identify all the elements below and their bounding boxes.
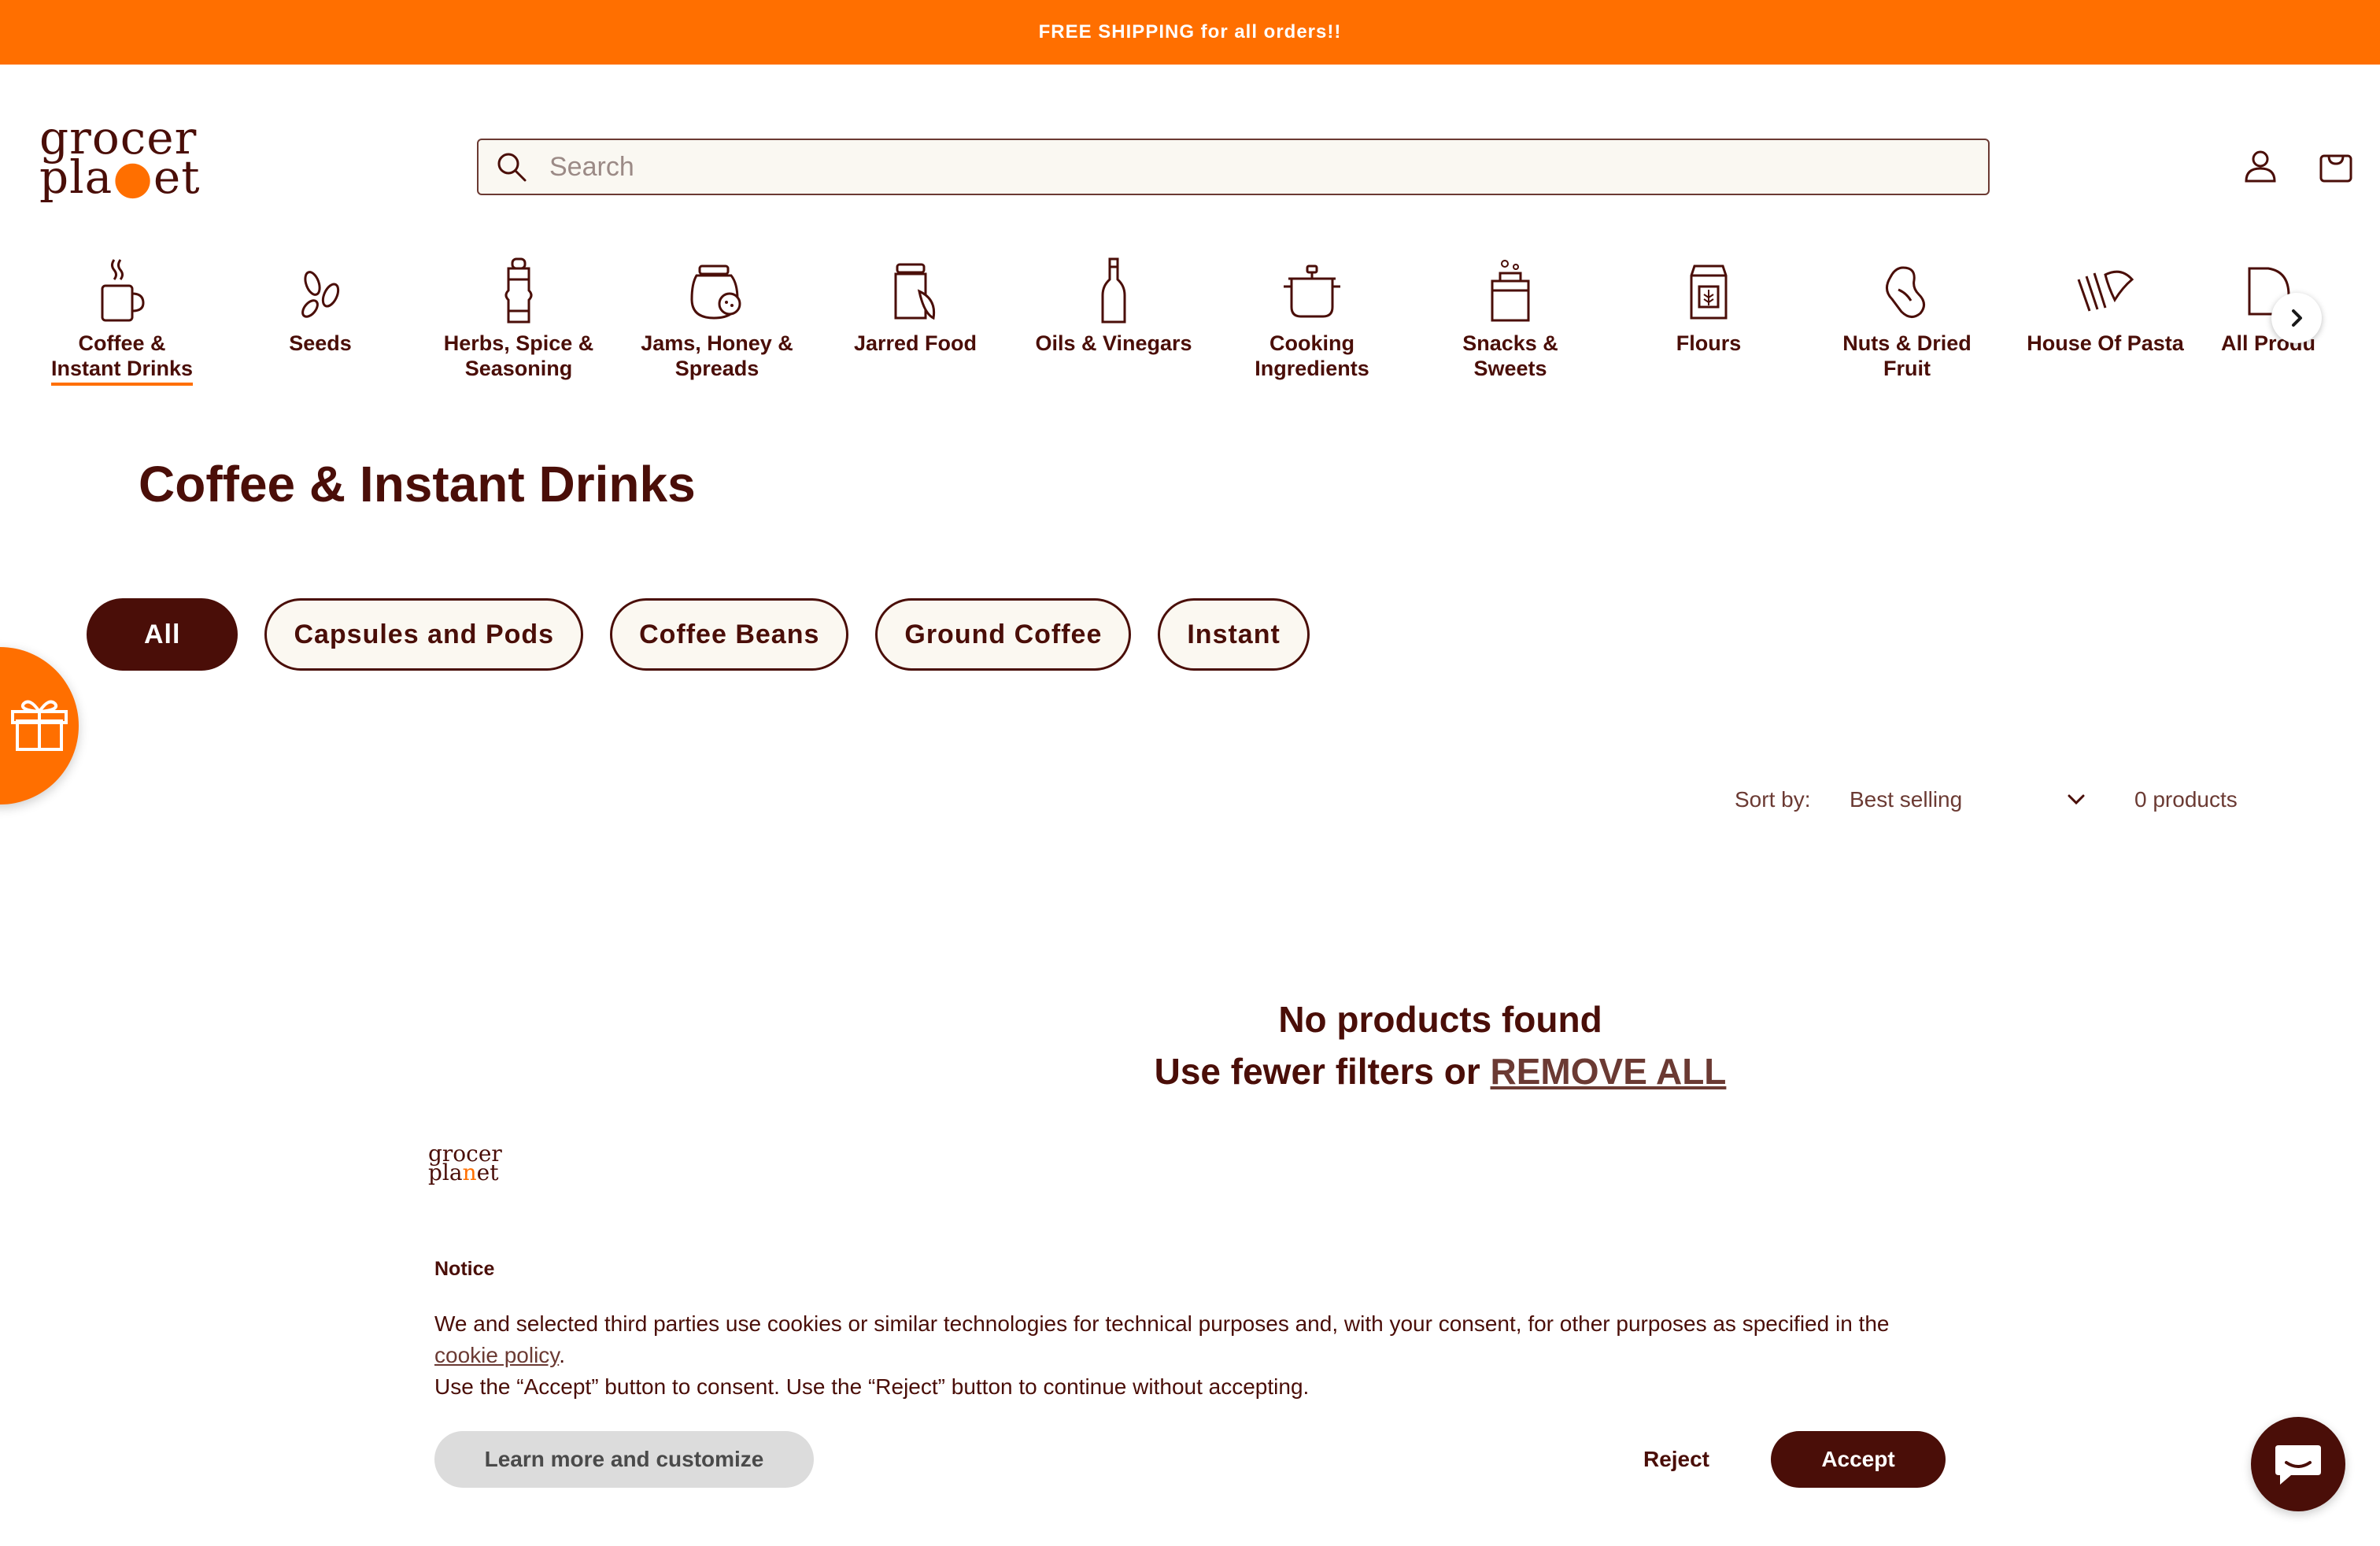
- pot-icon: [1214, 252, 1410, 331]
- announcement-bar: FREE SHIPPING for all orders!!: [0, 0, 2380, 65]
- empty-state: No products found Use fewer filters or R…: [1078, 993, 1802, 1097]
- chat-launcher[interactable]: [2251, 1417, 2345, 1511]
- remove-all-link[interactable]: REMOVE ALL: [1491, 1051, 1727, 1092]
- jam-jar-icon: [619, 252, 815, 331]
- category-oils-vinegars[interactable]: Oils & Vinegars: [1015, 252, 1212, 356]
- filter-all[interactable]: All: [87, 598, 238, 671]
- category-label: Snacks & Sweets: [1462, 331, 1558, 380]
- category-label: House Of Pasta: [2027, 331, 2184, 355]
- product-count: 0 products: [2134, 787, 2238, 812]
- gift-icon: [11, 700, 68, 751]
- chevron-down-icon: [2068, 794, 2085, 805]
- category-snacks-sweets[interactable]: Snacks & Sweets: [1412, 252, 1609, 381]
- filter-coffee-beans[interactable]: Coffee Beans: [610, 598, 849, 671]
- reject-button[interactable]: Reject: [1621, 1431, 1731, 1488]
- rewards-launcher[interactable]: [0, 647, 79, 804]
- accept-button[interactable]: Accept: [1771, 1431, 1946, 1488]
- empty-title: No products found: [1278, 999, 1602, 1040]
- site-logo[interactable]: grocer pla●et: [39, 115, 228, 200]
- notice-title: Notice: [434, 1258, 495, 1280]
- learn-more-button[interactable]: Learn more and customize: [434, 1431, 814, 1488]
- empty-hint: Use fewer filters or REMOVE ALL: [1154, 1051, 1727, 1092]
- category-next-button[interactable]: [2271, 293, 2322, 343]
- category-label: Oils & Vinegars: [1035, 331, 1192, 355]
- cookie-logo: grocer planet: [428, 1141, 502, 1185]
- category-label: Seeds: [289, 331, 352, 355]
- logo-line-2: pla●et: [39, 154, 228, 200]
- sort-select[interactable]: Best selling: [1850, 787, 2086, 812]
- filter-pills: All Capsules and Pods Coffee Beans Groun…: [87, 598, 1310, 671]
- filter-instant[interactable]: Instant: [1158, 598, 1310, 671]
- seeds-icon: [222, 252, 419, 331]
- category-label: Herbs, Spice & Seasoning: [443, 331, 594, 380]
- category-flours[interactable]: Flours: [1610, 252, 1807, 356]
- category-coffee-instant-drinks[interactable]: Coffee & Instant Drinks: [24, 252, 220, 386]
- announcement-text: FREE SHIPPING for all orders!!: [1038, 21, 1342, 43]
- candy-jar-icon: [1412, 252, 1609, 331]
- cart-button[interactable]: [2311, 140, 2361, 190]
- flour-bag-icon: [1610, 252, 1807, 331]
- search-input[interactable]: [534, 140, 1988, 194]
- category-label: Coffee & Instant Drinks: [50, 331, 194, 386]
- cookie-policy-link[interactable]: cookie policy: [434, 1343, 559, 1367]
- coffee-cup-icon: [24, 252, 220, 331]
- category-seeds[interactable]: Seeds: [222, 252, 419, 356]
- category-jarred-food[interactable]: Jarred Food: [817, 252, 1014, 356]
- category-jams-honey-spreads[interactable]: Jams, Honey & Spreads: [619, 252, 815, 381]
- search-bar[interactable]: [477, 139, 1990, 195]
- category-nuts-dried-fruit[interactable]: Nuts & Dried Fruit: [1809, 252, 2005, 381]
- sort-value: Best selling: [1850, 787, 1963, 812]
- category-nav: Coffee & Instant Drinks Seeds Herbs, Spic…: [24, 252, 2338, 394]
- pasta-icon: [2007, 252, 2204, 331]
- category-label: Cooking Ingredients: [1255, 331, 1369, 380]
- filter-capsules-pods[interactable]: Capsules and Pods: [264, 598, 584, 671]
- peanut-icon: [1809, 252, 2005, 331]
- category-herbs-spice-seasoning[interactable]: Herbs, Spice & Seasoning: [420, 252, 617, 381]
- page-title: Coffee & Instant Drinks: [139, 456, 696, 512]
- category-label: Flours: [1676, 331, 1742, 355]
- bag-icon: [2319, 154, 2352, 183]
- jar-icon: [817, 252, 1014, 331]
- category-label: Nuts & Dried Fruit: [1842, 331, 1972, 380]
- chevron-right-icon: [2292, 309, 2302, 327]
- category-house-of-pasta[interactable]: House Of Pasta: [2007, 252, 2204, 356]
- user-icon: [2245, 150, 2276, 183]
- sort-label: Sort by:: [1735, 787, 1811, 812]
- category-label: Jarred Food: [853, 331, 978, 355]
- search-icon[interactable]: [490, 145, 534, 189]
- category-label: Jams, Honey & Spreads: [641, 331, 793, 380]
- pepper-mill-icon: [420, 252, 617, 331]
- logo-part-a: pla: [39, 150, 113, 204]
- bottle-icon: [1015, 252, 1212, 331]
- logo-drop-icon: ●: [113, 150, 153, 204]
- filter-ground-coffee[interactable]: Ground Coffee: [875, 598, 1132, 671]
- logo-part-b: et: [153, 150, 201, 204]
- account-button[interactable]: [2235, 140, 2286, 190]
- notice-body: We and selected third parties use cookie…: [434, 1311, 1890, 1399]
- category-cooking-ingredients[interactable]: Cooking Ingredients: [1214, 252, 1410, 381]
- chat-icon: [2275, 1445, 2321, 1485]
